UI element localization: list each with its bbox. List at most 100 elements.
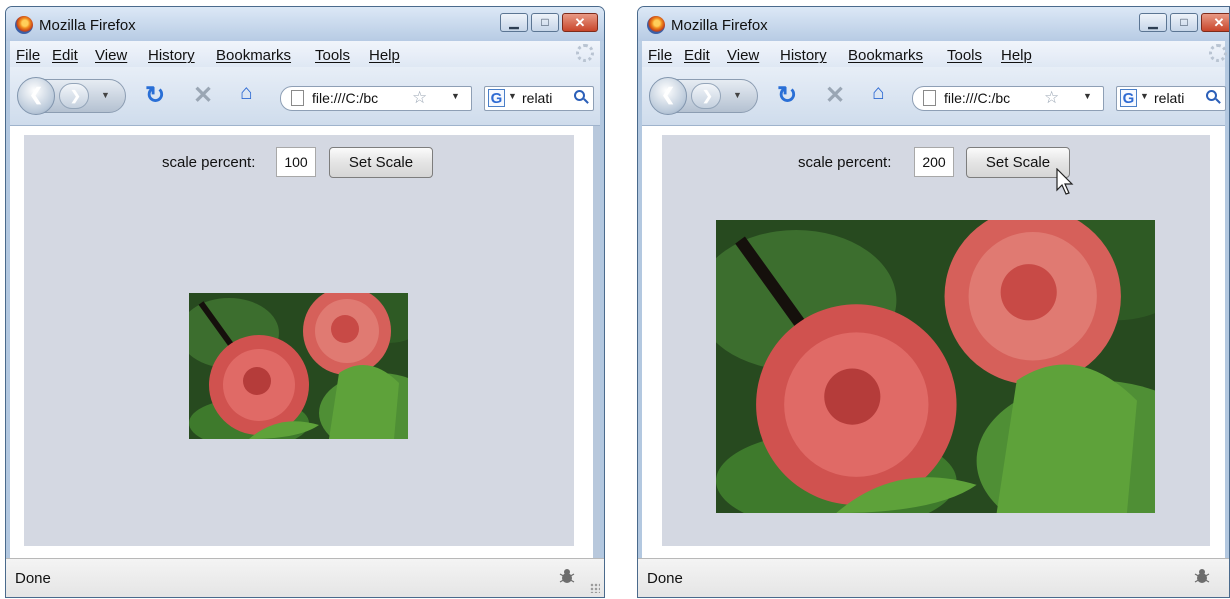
back-icon: ❮ bbox=[29, 85, 44, 104]
menu-help[interactable]: Help bbox=[1001, 47, 1032, 64]
scale-percent-input[interactable]: 200 bbox=[914, 147, 954, 177]
menu-file[interactable]: File bbox=[16, 47, 40, 64]
dahlia-photo bbox=[189, 293, 408, 439]
url-text: file:///C:/bc bbox=[944, 90, 1011, 106]
menu-file[interactable]: File bbox=[648, 47, 672, 64]
close-icon: ✕ bbox=[1213, 15, 1225, 30]
menu-bookmarks[interactable]: Bookmarks bbox=[848, 47, 923, 64]
close-button[interactable]: ✕ bbox=[562, 13, 598, 32]
back-forward-group: ❮ ❯ ▼ bbox=[17, 77, 126, 115]
forward-button[interactable]: ❯ bbox=[691, 83, 721, 109]
search-icon[interactable] bbox=[1206, 90, 1217, 101]
menu-bookmarks[interactable]: Bookmarks bbox=[216, 47, 291, 64]
set-scale-button[interactable]: Set Scale bbox=[329, 147, 433, 178]
menu-history[interactable]: History bbox=[780, 47, 827, 64]
menu-bar: File Edit View History Bookmarks Tools H… bbox=[642, 41, 1227, 67]
close-button[interactable]: ✕ bbox=[1201, 13, 1229, 32]
minimize-icon: ▁ bbox=[1148, 15, 1158, 29]
scale-percent-label: scale percent: bbox=[162, 154, 256, 171]
page-content: scale percent: 100 Set Scale bbox=[10, 125, 600, 559]
minimize-button[interactable]: ▁ bbox=[500, 13, 528, 32]
url-text: file:///C:/bc bbox=[312, 90, 379, 106]
search-icon[interactable] bbox=[574, 90, 585, 101]
stop-icon[interactable]: ✕ bbox=[825, 81, 845, 110]
window-title: Mozilla Firefox bbox=[671, 17, 768, 34]
demo-stage: scale percent: 200 Set Scale bbox=[662, 135, 1210, 546]
menu-tools[interactable]: Tools bbox=[947, 47, 982, 64]
demo-stage: scale percent: 100 Set Scale bbox=[24, 135, 574, 546]
maximize-icon: □ bbox=[541, 15, 549, 29]
firefox-logo-icon bbox=[15, 16, 33, 34]
title-bar: Mozilla Firefox ▁ □ ✕ bbox=[638, 7, 1229, 41]
menu-edit[interactable]: Edit bbox=[52, 47, 78, 64]
navigation-toolbar: ❮ ❯ ▼ ↻ ✕ ⌂ file:///C:/bc ☆ ▼ G ▼ relati bbox=[10, 67, 600, 125]
status-text: Done bbox=[647, 570, 683, 587]
search-text: relati bbox=[1154, 90, 1185, 106]
forward-button[interactable]: ❯ bbox=[59, 83, 89, 109]
page-content: scale percent: 200 Set Scale bbox=[642, 125, 1225, 559]
reload-icon[interactable]: ↻ bbox=[777, 81, 797, 110]
dahlia-photo bbox=[716, 220, 1155, 513]
minimize-icon: ▁ bbox=[509, 15, 519, 29]
back-button[interactable]: ❮ bbox=[649, 77, 687, 115]
title-bar: Mozilla Firefox ▁ □ ✕ bbox=[6, 7, 604, 41]
google-icon[interactable]: G bbox=[488, 89, 505, 107]
resize-rail bbox=[593, 126, 600, 559]
menu-help[interactable]: Help bbox=[369, 47, 400, 64]
url-bar[interactable]: file:///C:/bc ☆ ▼ bbox=[280, 86, 472, 111]
window-title: Mozilla Firefox bbox=[39, 17, 136, 34]
url-dropdown-icon[interactable]: ▼ bbox=[1083, 91, 1092, 101]
stop-icon[interactable]: ✕ bbox=[193, 81, 213, 110]
menu-tools[interactable]: Tools bbox=[315, 47, 350, 64]
status-bar: Done bbox=[638, 558, 1229, 597]
menu-edit[interactable]: Edit bbox=[684, 47, 710, 64]
maximize-icon: □ bbox=[1180, 15, 1188, 29]
forward-icon: ❯ bbox=[70, 88, 81, 103]
back-button[interactable]: ❮ bbox=[17, 77, 55, 115]
menu-view[interactable]: View bbox=[727, 47, 759, 64]
page-icon bbox=[923, 90, 936, 106]
search-engine-dropdown-icon[interactable]: ▼ bbox=[508, 91, 517, 101]
search-bar[interactable]: G ▼ relati bbox=[1116, 86, 1226, 111]
firebug-icon[interactable] bbox=[558, 568, 576, 584]
bookmark-star-icon[interactable]: ☆ bbox=[412, 88, 427, 108]
menu-view[interactable]: View bbox=[95, 47, 127, 64]
status-bar: Done bbox=[6, 558, 604, 597]
throbber-icon bbox=[576, 44, 594, 62]
back-icon: ❮ bbox=[661, 85, 676, 104]
reload-icon[interactable]: ↻ bbox=[145, 81, 165, 110]
scale-percent-label: scale percent: bbox=[798, 154, 892, 171]
minimize-button[interactable]: ▁ bbox=[1139, 13, 1167, 32]
bookmark-star-icon[interactable]: ☆ bbox=[1044, 88, 1059, 108]
set-scale-button[interactable]: Set Scale bbox=[966, 147, 1070, 178]
search-bar[interactable]: G ▼ relati bbox=[484, 86, 594, 111]
google-icon[interactable]: G bbox=[1120, 89, 1137, 107]
navigation-toolbar: ❮ ❯ ▼ ↻ ✕ ⌂ file:///C:/bc ☆ ▼ G ▼ relati bbox=[642, 67, 1226, 125]
maximize-button[interactable]: □ bbox=[1170, 13, 1198, 32]
home-icon[interactable]: ⌂ bbox=[872, 81, 885, 105]
menu-bar: File Edit View History Bookmarks Tools H… bbox=[10, 41, 600, 67]
url-dropdown-icon[interactable]: ▼ bbox=[451, 91, 460, 101]
browser-window-left: Mozilla Firefox ▁ □ ✕ File Edit View His… bbox=[5, 6, 605, 598]
home-icon[interactable]: ⌂ bbox=[240, 81, 253, 105]
search-engine-dropdown-icon[interactable]: ▼ bbox=[1140, 91, 1149, 101]
firefox-logo-icon bbox=[647, 16, 665, 34]
page-icon bbox=[291, 90, 304, 106]
forward-icon: ❯ bbox=[702, 88, 713, 103]
history-dropdown-icon[interactable]: ▼ bbox=[101, 90, 110, 100]
search-text: relati bbox=[522, 90, 553, 106]
dahlia-photo-graphic bbox=[716, 220, 1155, 513]
dahlia-photo-graphic bbox=[189, 293, 408, 439]
menu-history[interactable]: History bbox=[148, 47, 195, 64]
resize-grip[interactable] bbox=[590, 583, 600, 593]
back-forward-group: ❮ ❯ ▼ bbox=[649, 77, 758, 115]
mouse-cursor-icon bbox=[1056, 168, 1074, 195]
firebug-icon[interactable] bbox=[1193, 568, 1211, 584]
browser-window-right: Mozilla Firefox ▁ □ ✕ File Edit View His… bbox=[637, 6, 1230, 598]
history-dropdown-icon[interactable]: ▼ bbox=[733, 90, 742, 100]
status-text: Done bbox=[15, 570, 51, 587]
maximize-button[interactable]: □ bbox=[531, 13, 559, 32]
url-bar[interactable]: file:///C:/bc ☆ ▼ bbox=[912, 86, 1104, 111]
close-icon: ✕ bbox=[574, 15, 586, 30]
scale-percent-input[interactable]: 100 bbox=[276, 147, 316, 177]
